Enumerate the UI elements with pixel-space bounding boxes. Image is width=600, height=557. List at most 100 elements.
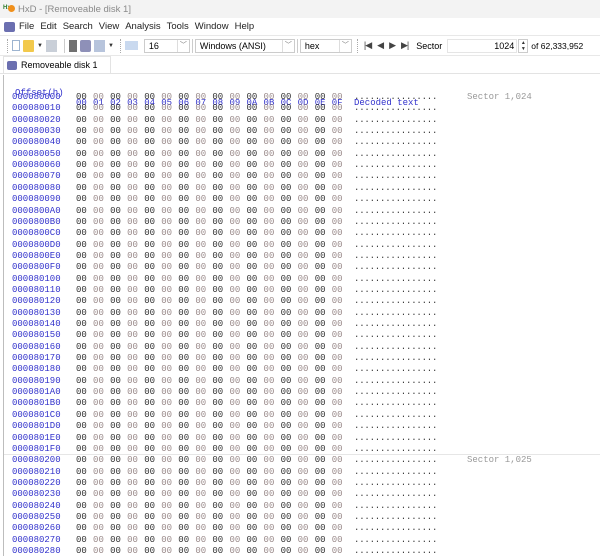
hex-byte[interactable]: 00 — [332, 342, 343, 353]
hex-byte[interactable]: 00 — [195, 126, 206, 137]
hex-byte[interactable]: 00 — [127, 308, 138, 319]
hex-byte[interactable]: 00 — [127, 330, 138, 341]
hex-byte[interactable]: 00 — [229, 546, 240, 557]
hex-byte[interactable]: 00 — [93, 364, 104, 375]
hex-byte[interactable]: 00 — [93, 478, 104, 489]
hex-byte[interactable]: 00 — [127, 364, 138, 375]
hex-byte[interactable]: 00 — [281, 206, 292, 217]
bytes-per-row-select[interactable]: 16 ﹀ — [143, 38, 190, 53]
decoded-text[interactable]: ................ — [354, 376, 437, 387]
hex-byte[interactable]: 00 — [161, 228, 172, 239]
hex-row[interactable]: 0000800C0 00 00 00 00 00 00 00 00 00 00 00 00 00 00 00 0… — [4, 228, 600, 239]
hex-byte[interactable]: 00 — [332, 285, 343, 296]
hex-byte[interactable]: 00 — [315, 126, 326, 137]
hex-byte[interactable]: 00 — [332, 444, 343, 455]
hex-byte[interactable]: 00 — [195, 137, 206, 148]
hex-byte[interactable]: 00 — [144, 262, 155, 273]
hex-byte[interactable]: 00 — [281, 115, 292, 126]
hex-byte[interactable]: 00 — [229, 512, 240, 523]
hex-row[interactable]: 000080280 00 00 00 00 00 00 00 00 00 00 00 00 00 00 00 0… — [4, 546, 600, 557]
hex-byte[interactable]: 00 — [332, 217, 343, 228]
hex-byte[interactable]: 00 — [247, 240, 258, 251]
toolbar-grip[interactable] — [356, 38, 359, 53]
hex-row[interactable]: 000080190 00 00 00 00 00 00 00 00 00 00 00 00 00 00 00 0… — [4, 376, 600, 387]
hex-byte[interactable]: 00 — [93, 171, 104, 182]
hex-row[interactable]: 0000800B0 00 00 00 00 00 00 00 00 00 00 00 00 00 00 00 0… — [4, 217, 600, 228]
hex-byte[interactable]: 00 — [161, 296, 172, 307]
menu-search[interactable]: Search — [63, 21, 93, 32]
hex-byte[interactable]: 00 — [332, 137, 343, 148]
decoded-text[interactable]: ................ — [354, 274, 437, 285]
hex-byte[interactable]: 00 — [76, 353, 87, 364]
hex-byte[interactable]: 00 — [76, 512, 87, 523]
hex-byte[interactable]: 00 — [127, 433, 138, 444]
chevron-down-icon[interactable]: ﹀ — [338, 39, 351, 52]
hex-byte[interactable]: 00 — [195, 364, 206, 375]
hex-byte[interactable]: 00 — [315, 535, 326, 546]
hex-byte[interactable]: 00 — [298, 183, 309, 194]
hex-byte[interactable]: 00 — [247, 217, 258, 228]
hex-byte[interactable]: 00 — [110, 501, 121, 512]
hex-byte[interactable]: 00 — [315, 206, 326, 217]
hex-byte[interactable]: 00 — [110, 92, 121, 103]
hex-byte[interactable]: 00 — [110, 115, 121, 126]
hex-byte[interactable]: 00 — [298, 274, 309, 285]
hex-byte[interactable]: 00 — [127, 217, 138, 228]
hex-byte[interactable]: 00 — [264, 308, 275, 319]
hex-byte[interactable]: 00 — [178, 285, 189, 296]
hex-byte[interactable]: 00 — [76, 387, 87, 398]
hex-byte[interactable]: 00 — [93, 398, 104, 409]
hex-byte[interactable]: 00 — [144, 433, 155, 444]
hex-byte[interactable]: 00 — [229, 376, 240, 387]
hex-byte[interactable]: 00 — [93, 92, 104, 103]
decoded-text[interactable]: ................ — [354, 512, 437, 523]
decoded-text[interactable]: ................ — [354, 183, 437, 194]
hex-byte[interactable]: 00 — [212, 467, 223, 478]
hex-byte[interactable]: 00 — [229, 489, 240, 500]
hex-byte[interactable]: 00 — [229, 342, 240, 353]
hex-byte[interactable]: 00 — [315, 523, 326, 534]
hex-byte[interactable]: 00 — [247, 478, 258, 489]
hex-byte[interactable]: 00 — [212, 149, 223, 160]
hex-byte[interactable]: 00 — [144, 285, 155, 296]
decoded-text[interactable]: ................ — [354, 126, 437, 137]
tab-removeable-disk-1[interactable]: Removeable disk 1 — [3, 56, 111, 73]
hex-byte[interactable]: 00 — [229, 149, 240, 160]
hex-byte[interactable]: 00 — [144, 103, 155, 114]
hex-byte[interactable]: 00 — [144, 92, 155, 103]
hex-byte[interactable]: 00 — [76, 421, 87, 432]
hex-byte[interactable]: 00 — [247, 410, 258, 421]
hex-byte[interactable]: 00 — [76, 92, 87, 103]
hex-byte[interactable]: 00 — [110, 353, 121, 364]
hex-byte[interactable]: 00 — [161, 523, 172, 534]
hex-byte[interactable]: 00 — [127, 535, 138, 546]
hex-byte[interactable]: 00 — [264, 353, 275, 364]
hex-byte[interactable]: 00 — [161, 171, 172, 182]
hex-byte[interactable]: 00 — [144, 308, 155, 319]
hex-byte[interactable]: 00 — [161, 398, 172, 409]
decoded-text[interactable]: ................ — [354, 444, 437, 455]
hex-byte[interactable]: 00 — [229, 353, 240, 364]
hex-byte[interactable]: 00 — [93, 512, 104, 523]
hex-byte[interactable]: 00 — [127, 398, 138, 409]
hex-byte[interactable]: 00 — [195, 398, 206, 409]
hex-byte[interactable]: 00 — [195, 251, 206, 262]
hex-byte[interactable]: 00 — [178, 353, 189, 364]
hex-byte[interactable]: 00 — [212, 433, 223, 444]
hex-byte[interactable]: 00 — [161, 489, 172, 500]
decoded-text[interactable]: ................ — [354, 160, 437, 171]
hex-byte[interactable]: 00 — [110, 228, 121, 239]
hex-byte[interactable]: 00 — [247, 149, 258, 160]
hex-byte[interactable]: 00 — [315, 421, 326, 432]
hex-byte[interactable]: 00 — [332, 240, 343, 251]
hex-byte[interactable]: 00 — [212, 512, 223, 523]
hex-byte[interactable]: 00 — [76, 501, 87, 512]
hex-byte[interactable]: 00 — [212, 455, 223, 466]
hex-byte[interactable]: 00 — [315, 364, 326, 375]
hex-byte[interactable]: 00 — [298, 421, 309, 432]
hex-byte[interactable]: 00 — [127, 149, 138, 160]
hex-byte[interactable]: 00 — [144, 523, 155, 534]
hex-byte[interactable]: 00 — [212, 398, 223, 409]
decoded-text[interactable]: ................ — [354, 149, 437, 160]
hex-byte[interactable]: 00 — [76, 342, 87, 353]
